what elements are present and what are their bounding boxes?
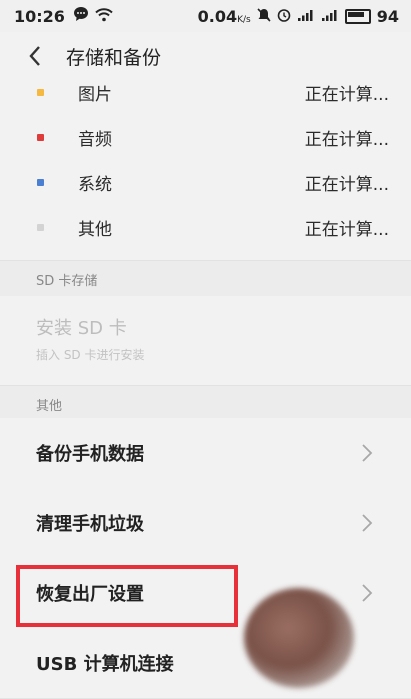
clean-phone-junk-item[interactable]: 清理手机垃圾 — [0, 488, 411, 559]
audio-color-dot — [37, 134, 44, 141]
storage-item-label: 音频 — [78, 130, 112, 150]
signal-icon-2 — [321, 7, 339, 26]
chevron-right-icon — [362, 584, 373, 602]
other-section-header: 其他 — [0, 385, 411, 422]
back-button[interactable] — [28, 45, 50, 67]
finger-overlay — [244, 588, 354, 688]
storage-item-status: 正在计算... — [304, 85, 389, 105]
system-color-dot — [37, 179, 44, 186]
storage-item-label: 其他 — [78, 220, 112, 240]
chevron-left-icon — [29, 46, 40, 66]
chevron-right-icon — [362, 444, 373, 462]
install-sd-card-subtitle: 插入 SD 卡进行安装 — [36, 348, 145, 362]
mute-icon — [257, 7, 271, 26]
storage-item-status: 正在计算... — [304, 130, 389, 150]
annotation-highlight-box — [16, 565, 238, 627]
clock: 10:26 — [14, 6, 65, 26]
storage-item-images: 图片 正在计算... — [0, 70, 411, 115]
page-title: 存储和备份 — [66, 46, 162, 69]
backup-phone-data-item[interactable]: 备份手机数据 — [0, 418, 411, 489]
storage-item-status: 正在计算... — [304, 220, 389, 240]
storage-item-label: 图片 — [78, 85, 112, 105]
signal-icon-1 — [297, 7, 315, 26]
storage-item-status: 正在计算... — [304, 175, 389, 195]
images-color-dot — [37, 89, 44, 96]
network-speed: 0.04 — [197, 6, 238, 26]
menu-item-label: 清理手机垃圾 — [36, 514, 144, 535]
wifi-icon — [95, 7, 113, 26]
install-sd-card-item: 安装 SD 卡 插入 SD 卡进行安装 — [0, 296, 411, 378]
menu-item-label: USB 计算机连接 — [36, 654, 174, 675]
alarm-icon — [277, 7, 291, 26]
network-speed-unit: K/s — [237, 14, 251, 25]
storage-breakdown-list: 图片 正在计算... 音频 正在计算... 系统 正在计算... 其他 正在计算… — [0, 70, 411, 250]
message-icon — [73, 6, 89, 26]
other-color-dot — [37, 224, 44, 231]
chevron-right-icon — [362, 514, 373, 532]
status-bar: 10:26 0.04K/s 94 — [0, 0, 411, 32]
section-header-label: 其他 — [36, 398, 63, 414]
menu-item-label: 备份手机数据 — [36, 444, 144, 465]
storage-item-system: 系统 正在计算... — [0, 160, 411, 205]
sd-card-section-header: SD 卡存储 — [0, 260, 411, 297]
battery-level: 94 — [376, 6, 399, 26]
install-sd-card-title: 安装 SD 卡 — [36, 318, 127, 339]
storage-item-audio: 音频 正在计算... — [0, 115, 411, 160]
section-header-label: SD 卡存储 — [36, 273, 98, 289]
storage-item-label: 系统 — [78, 175, 112, 195]
battery-icon — [344, 8, 371, 24]
storage-item-other: 其他 正在计算... — [0, 205, 411, 250]
